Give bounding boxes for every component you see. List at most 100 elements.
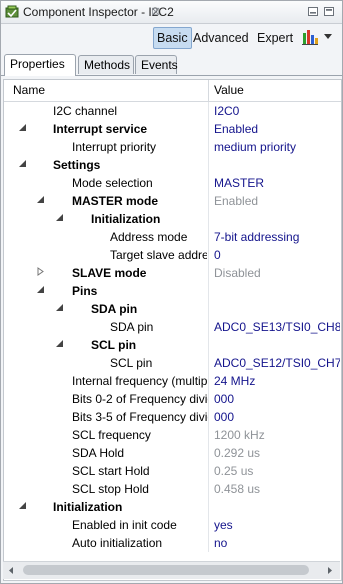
table-row[interactable]: Initialization [4,210,341,228]
property-value[interactable]: 0 [214,248,340,262]
collapse-triangle-icon[interactable] [36,195,45,204]
property-value[interactable]: Disabled [214,266,340,280]
tab-methods[interactable]: Methods [78,55,134,74]
table-row[interactable]: Auto initialization no [4,534,341,552]
table-row[interactable]: Mode selection MASTER [4,174,341,192]
column-divider [208,372,209,390]
table-row[interactable]: Address mode 7-bit addressing [4,228,341,246]
collapse-triangle-icon[interactable] [18,123,27,132]
column-divider [208,156,209,174]
property-name: SCL frequency [72,428,151,442]
column-divider [208,498,209,516]
collapse-triangle-icon[interactable] [36,285,45,294]
column-divider [208,300,209,318]
table-row[interactable]: MASTER mode Enabled [4,192,341,210]
view-menu-icon[interactable] [324,34,332,39]
collapse-triangle-icon[interactable] [55,213,64,222]
table-row[interactable]: Bits 0-2 of Frequency divider 000 [4,390,341,408]
property-name: Target slave address [110,248,207,262]
table-row[interactable]: SDA pin ADC0_SE13/TSI0_CH8/ [4,318,341,336]
table-header: Name Value [4,80,341,102]
table-row[interactable]: SCL stop Hold 0.458 us [4,480,341,498]
maximize-icon[interactable] [323,6,335,17]
property-name: Interrupt priority [72,140,157,154]
property-value: 0.25 us [214,464,254,478]
column-divider [208,480,209,498]
column-divider [208,192,209,210]
property-value[interactable]: medium priority [214,140,340,154]
column-divider [208,210,209,228]
property-value[interactable]: ADC0_SE12/TSI0_CH7/ [214,356,340,370]
collapse-triangle-icon[interactable] [18,159,27,168]
horizontal-scrollbar[interactable] [3,561,340,579]
table-row[interactable]: Interrupt service Enabled [4,120,341,138]
column-divider [208,336,209,354]
close-tab-icon[interactable]: ⊠ [151,5,160,18]
column-divider [208,462,209,480]
table-row[interactable]: Pins [4,282,341,300]
component-inspector-icon [5,5,19,18]
column-divider [208,264,209,282]
column-header-name[interactable]: Name [13,83,45,97]
advanced-mode-button[interactable]: Advanced [190,28,252,48]
column-divider[interactable] [208,80,209,101]
tab-events[interactable]: Events [135,55,178,74]
collapse-triangle-icon[interactable] [55,303,64,312]
property-name: Mode selection [72,176,153,190]
column-header-value[interactable]: Value [214,83,244,97]
table-row[interactable]: Target slave address 0 [4,246,341,264]
table-row[interactable]: SCL pin [4,336,341,354]
property-name: SCL start Hold [72,464,150,478]
column-divider [208,228,209,246]
table-row[interactable]: I2C channel I2C0 [4,102,341,120]
property-name: MASTER mode [72,194,159,208]
collapse-triangle-icon[interactable] [55,339,64,348]
property-value[interactable]: 000 [214,392,340,406]
table-row[interactable]: SDA Hold 0.292 us [4,444,341,462]
property-value[interactable]: 24 MHz [214,374,340,388]
property-value[interactable]: Enabled [214,194,340,208]
property-name: Bits 3-5 of Frequency divider [72,410,208,424]
basic-mode-button[interactable]: Basic [153,27,192,49]
scroll-left-icon[interactable] [5,565,17,576]
column-divider [208,138,209,156]
property-name: Interrupt service [53,122,148,136]
mode-toolbar: Basic Advanced Expert [1,24,342,52]
minimize-icon[interactable] [307,6,319,17]
table-row[interactable]: Bits 3-5 of Frequency divider 000 [4,408,341,426]
table-row[interactable]: Settings [4,156,341,174]
column-divider [208,318,209,336]
table-row[interactable]: SCL frequency 1200 kHz [4,426,341,444]
property-name: Settings [53,158,101,172]
bar-chart-icon[interactable] [301,29,319,46]
scroll-right-icon[interactable] [324,565,336,576]
property-value[interactable]: ADC0_SE13/TSI0_CH8/ [214,320,340,334]
property-value[interactable]: Enabled [214,122,340,136]
property-name: SDA pin [91,302,138,316]
table-row[interactable]: SLAVE mode Disabled [4,264,341,282]
table-row[interactable]: SCL pin ADC0_SE12/TSI0_CH7/ [4,354,341,372]
property-value[interactable]: MASTER [214,176,340,190]
component-inspector-window: Component Inspector - I2C2 ⊠ Basic Advan… [0,0,343,584]
collapse-triangle-icon[interactable] [18,501,27,510]
expert-mode-button[interactable]: Expert [254,28,296,48]
property-value[interactable]: no [214,536,340,550]
scrollbar-thumb[interactable] [23,565,309,575]
property-value[interactable]: yes [214,518,340,532]
property-value: 1200 kHz [214,428,265,442]
table-row[interactable]: SDA pin [4,300,341,318]
property-name: Enabled in init code [72,518,177,532]
table-row[interactable]: Internal frequency (multiplier) 24 MHz [4,372,341,390]
table-row[interactable]: SCL start Hold 0.25 us [4,462,341,480]
expand-triangle-icon[interactable] [36,267,45,276]
property-name: SCL pin [91,338,137,352]
table-row[interactable]: Initialization [4,498,341,516]
property-value[interactable]: I2C0 [214,104,340,118]
tab-properties[interactable]: Properties [4,54,76,76]
table-row[interactable]: Enabled in init code yes [4,516,341,534]
property-value[interactable]: 7-bit addressing [214,230,340,244]
property-name: Pins [72,284,98,298]
property-value[interactable]: 000 [214,410,340,424]
table-row[interactable]: Interrupt priority medium priority [4,138,341,156]
property-value: 0.292 us [214,446,261,460]
